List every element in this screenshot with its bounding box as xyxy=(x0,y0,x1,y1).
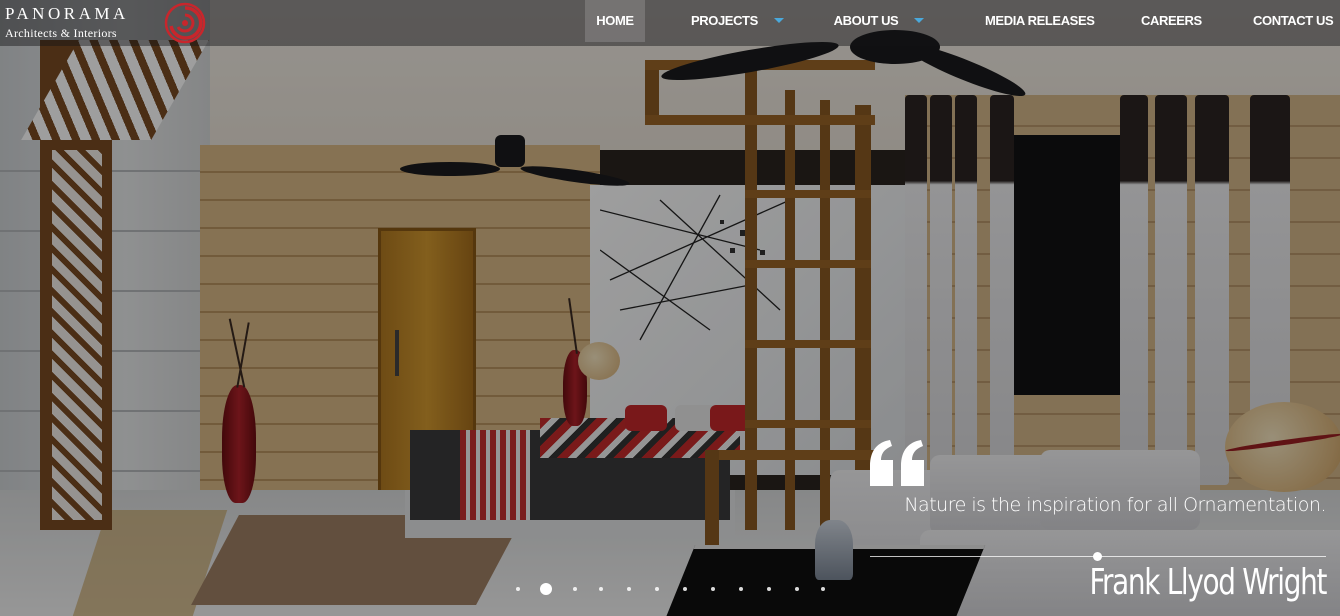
slider-dot-active[interactable] xyxy=(540,583,552,595)
slider-dot[interactable] xyxy=(821,587,825,591)
hero-quote-author: Frank Llyod Wright xyxy=(1089,562,1327,603)
slider-pagination xyxy=(510,582,830,596)
slider-dot[interactable] xyxy=(711,587,715,591)
spiral-logo-icon xyxy=(164,2,206,44)
hero-slide-image xyxy=(0,0,1340,616)
chevron-down-icon xyxy=(773,18,784,24)
nav-contact-us-label: CONTACT US xyxy=(1253,13,1334,28)
slider-dot[interactable] xyxy=(573,587,577,591)
nav-projects[interactable]: PROJECTS xyxy=(691,0,784,42)
brand-subtitle: Architects & Interiors xyxy=(5,26,117,40)
nav-about-us[interactable]: ABOUT US xyxy=(829,0,929,42)
hero-quote: Nature is the inspiration for all Orname… xyxy=(904,494,1326,516)
nav-home[interactable]: HOME xyxy=(585,0,645,42)
image-dim-overlay xyxy=(0,0,1340,616)
nav-about-us-label: ABOUT US xyxy=(833,13,899,28)
top-navbar: PANORAMA Architects & Interiors HOME PRO… xyxy=(0,0,1340,46)
brand-name: PANORAMA xyxy=(5,4,129,23)
brand-logo[interactable]: PANORAMA Architects & Interiors xyxy=(4,2,209,44)
nav-media-releases-label: MEDIA RELEASES xyxy=(985,13,1095,28)
slider-dot[interactable] xyxy=(627,587,631,591)
quote-divider-dot xyxy=(1093,552,1102,561)
slider-dot[interactable] xyxy=(599,587,603,591)
slider-dot[interactable] xyxy=(739,587,743,591)
nav-careers[interactable]: CAREERS xyxy=(1141,0,1202,42)
slider-dot[interactable] xyxy=(767,587,771,591)
chevron-down-icon xyxy=(914,18,925,24)
slider-dot[interactable] xyxy=(516,587,520,591)
slider-dot[interactable] xyxy=(655,587,659,591)
nav-projects-label: PROJECTS xyxy=(691,13,758,28)
quote-icon xyxy=(870,440,924,486)
nav-media-releases[interactable]: MEDIA RELEASES xyxy=(985,0,1095,42)
nav-contact-us[interactable]: CONTACT US xyxy=(1253,0,1334,42)
nav-home-label: HOME xyxy=(596,13,634,28)
nav-careers-label: CAREERS xyxy=(1141,13,1202,28)
slider-dot[interactable] xyxy=(683,587,687,591)
slider-dot[interactable] xyxy=(795,587,799,591)
